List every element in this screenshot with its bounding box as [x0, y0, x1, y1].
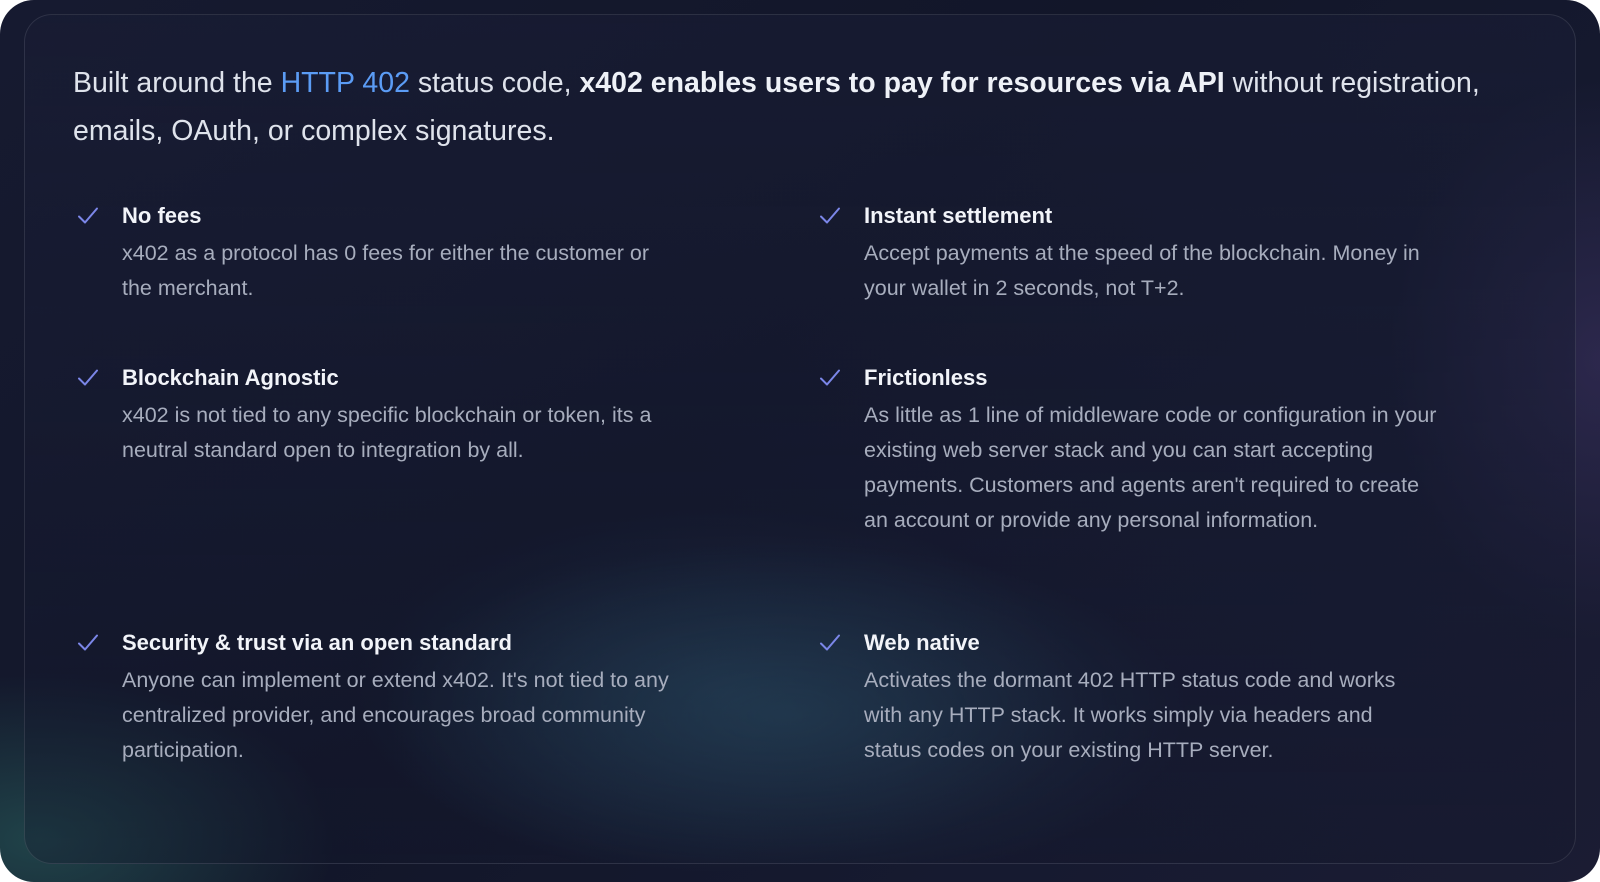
check-icon — [76, 204, 100, 228]
feature-description: As little as 1 line of middleware code o… — [864, 403, 1437, 532]
feature-title: No fees — [122, 203, 202, 228]
intro-paragraph: Built around the HTTP 402 status code, x… — [73, 59, 1533, 155]
check-icon — [818, 366, 842, 390]
page-background: Built around the HTTP 402 status code, x… — [0, 0, 1600, 882]
http-402-link[interactable]: HTTP 402 — [281, 67, 410, 99]
feature-description: Activates the dormant 402 HTTP status co… — [864, 668, 1396, 762]
feature-title: Web native — [864, 630, 980, 655]
intro-prefix: Built around the — [73, 67, 281, 99]
feature-description: x402 as a protocol has 0 fees for either… — [122, 241, 650, 300]
feature-title: Instant settlement — [864, 203, 1053, 228]
feature-title: Frictionless — [864, 365, 988, 390]
check-icon — [76, 366, 100, 390]
feature-description: x402 is not tied to any specific blockch… — [122, 403, 652, 462]
feature-description: Anyone can implement or extend x402. It'… — [122, 668, 669, 762]
intro-middle: status code, — [409, 67, 580, 99]
feature-title: Security & trust via an open standard — [122, 630, 512, 655]
check-icon — [818, 204, 842, 228]
check-icon — [818, 631, 842, 655]
feature-title: Blockchain Agnostic — [122, 365, 339, 390]
feature-description: Accept payments at the speed of the bloc… — [864, 241, 1420, 300]
intro-highlight: x402 enables users to pay for resources … — [579, 67, 1225, 99]
check-icon — [76, 631, 100, 655]
